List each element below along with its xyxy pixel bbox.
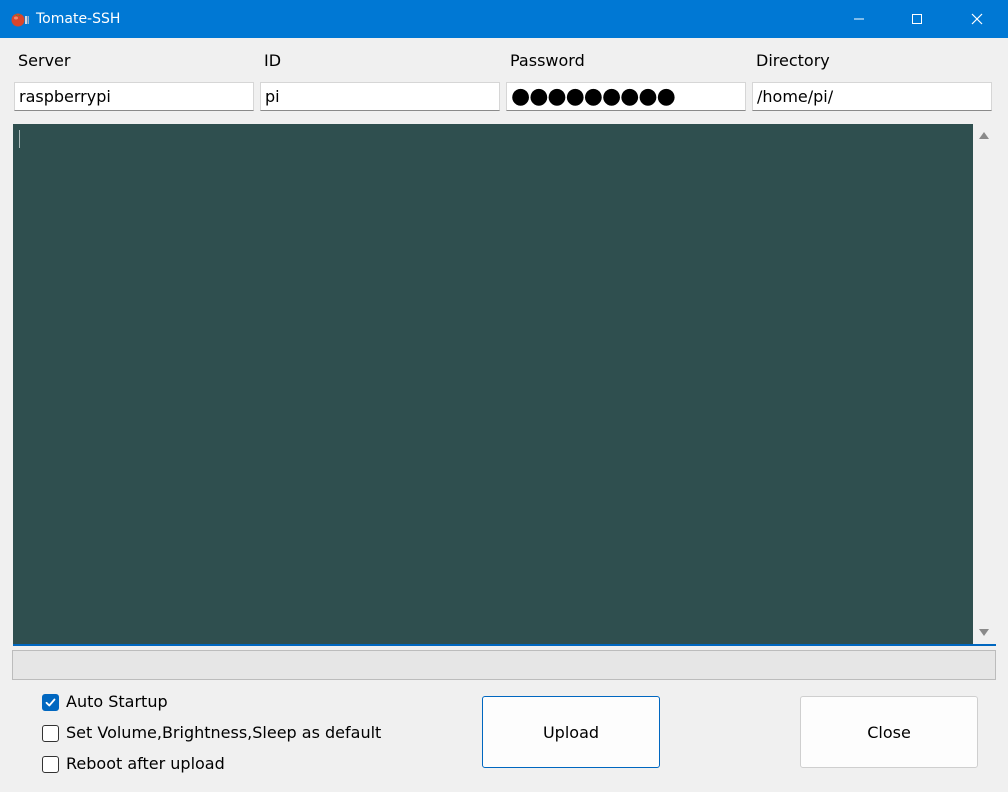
reboot-after-upload-checkbox[interactable]: Reboot after upload	[42, 753, 225, 775]
close-icon	[971, 13, 983, 25]
server-label: Server	[18, 51, 71, 70]
scroll-up-icon[interactable]	[979, 132, 989, 139]
id-value: pi	[265, 87, 280, 106]
close-window-button[interactable]	[948, 0, 1006, 38]
id-label: ID	[264, 51, 282, 70]
maximize-button[interactable]	[888, 0, 946, 38]
set-defaults-checkbox[interactable]: Set Volume,Brightness,Sleep as default	[42, 722, 381, 744]
auto-startup-label: Auto Startup	[66, 692, 168, 711]
password-value: ●●●●●●●●●	[511, 84, 676, 109]
tomato-icon	[11, 13, 29, 27]
text-caret	[19, 130, 20, 148]
upload-button[interactable]: Upload	[482, 696, 660, 768]
vertical-scrollbar[interactable]	[973, 124, 996, 644]
auto-startup-checkbox[interactable]: Auto Startup	[42, 691, 168, 713]
window-title: Tomate-SSH	[36, 11, 121, 27]
reboot-after-upload-label: Reboot after upload	[66, 754, 225, 773]
minimize-icon	[854, 18, 864, 20]
directory-label: Directory	[756, 51, 830, 70]
server-value: raspberrypi	[19, 87, 111, 106]
scroll-down-icon[interactable]	[979, 629, 989, 636]
checkbox-box[interactable]	[42, 693, 59, 711]
console-output[interactable]	[13, 124, 996, 646]
checkbox-box[interactable]	[42, 755, 59, 773]
minimize-button[interactable]	[830, 0, 888, 38]
maximize-icon	[912, 14, 922, 24]
checkmark-icon	[45, 698, 56, 706]
close-button[interactable]: Close	[800, 696, 978, 768]
password-input[interactable]: ●●●●●●●●●	[506, 82, 746, 111]
id-input[interactable]: pi	[260, 82, 500, 111]
title-bar: Tomate-SSH	[0, 0, 1008, 38]
server-input[interactable]: raspberrypi	[14, 82, 254, 111]
checkbox-box[interactable]	[42, 724, 59, 742]
directory-input[interactable]: /home/pi/	[752, 82, 992, 111]
password-label: Password	[510, 51, 585, 70]
set-defaults-label: Set Volume,Brightness,Sleep as default	[66, 723, 382, 742]
upload-progress-bar	[12, 650, 996, 680]
directory-value: /home/pi/	[757, 87, 834, 106]
